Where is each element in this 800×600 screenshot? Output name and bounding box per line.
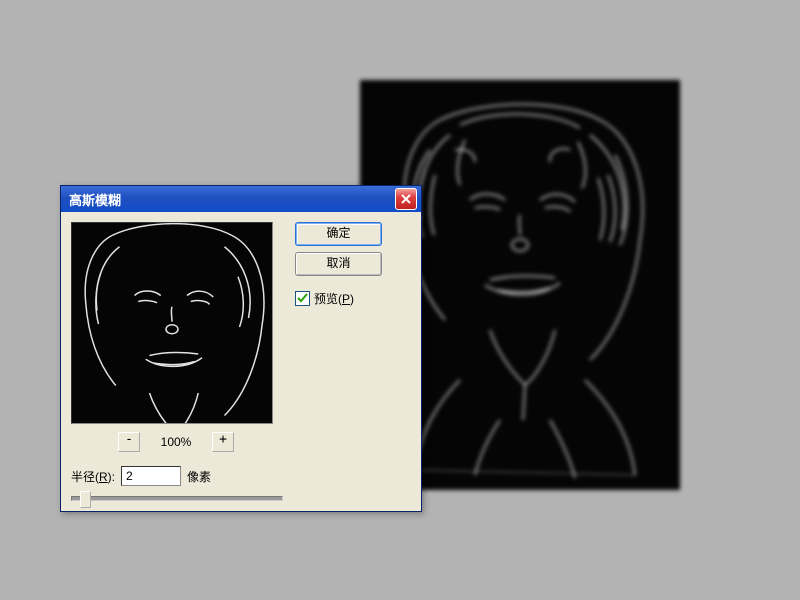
preview-image[interactable] xyxy=(71,222,273,424)
preview-checkbox-label: 预览(P) xyxy=(314,290,354,307)
dialog-body: - 100% + 半径(R): 像素 确定 取消 xyxy=(61,212,421,511)
preview-checkbox[interactable] xyxy=(295,291,310,306)
button-column: 确定 取消 预览(P) xyxy=(281,222,411,501)
close-icon xyxy=(401,194,411,204)
radius-label: 半径(R): xyxy=(71,468,115,485)
zoom-percentage: 100% xyxy=(156,435,196,449)
radius-input[interactable] xyxy=(121,466,181,486)
close-button[interactable] xyxy=(395,188,417,210)
ok-button[interactable]: 确定 xyxy=(295,222,382,246)
dialog-title: 高斯模糊 xyxy=(69,190,121,209)
check-icon xyxy=(297,293,308,304)
preview-checkbox-row: 预览(P) xyxy=(295,290,411,307)
zoom-out-button[interactable]: - xyxy=(118,432,140,452)
cancel-button[interactable]: 取消 xyxy=(295,252,382,276)
preview-column: - 100% + 半径(R): 像素 xyxy=(71,222,281,501)
radius-slider[interactable] xyxy=(71,496,283,501)
zoom-in-button[interactable]: + xyxy=(212,432,234,452)
radius-row: 半径(R): 像素 xyxy=(71,466,281,486)
dialog-titlebar[interactable]: 高斯模糊 xyxy=(61,186,421,212)
slider-thumb[interactable] xyxy=(80,491,91,508)
zoom-controls: - 100% + xyxy=(71,432,281,452)
radius-unit: 像素 xyxy=(187,468,211,485)
gaussian-blur-dialog: 高斯模糊 xyxy=(60,185,422,512)
